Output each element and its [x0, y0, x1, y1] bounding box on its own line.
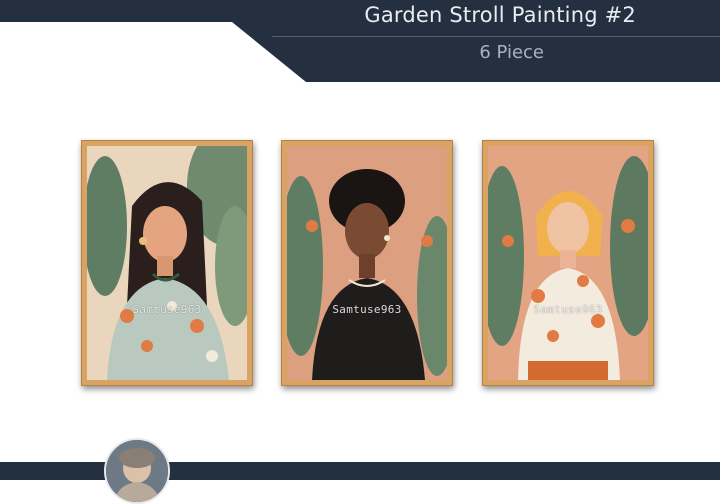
painting-image-1: [87, 146, 247, 380]
watermark-text: Samtuse963: [132, 303, 202, 316]
page-title: Garden Stroll Painting #2: [364, 3, 636, 27]
painting-image-2: [287, 146, 447, 380]
painting-frame-2[interactable]: Samtuse963: [281, 140, 453, 386]
painting-frame-1[interactable]: Samtuse963: [81, 140, 253, 386]
user-avatar-icon[interactable]: [104, 438, 170, 504]
watermark-text: Samtuse963: [332, 303, 402, 316]
painting-image-3: [488, 146, 648, 380]
piece-count: 6 Piece: [479, 42, 544, 63]
painting-frame-3[interactable]: Samtuse963: [482, 140, 654, 386]
header-divider: [272, 36, 720, 37]
watermark-text: Samtuse963: [533, 303, 603, 316]
